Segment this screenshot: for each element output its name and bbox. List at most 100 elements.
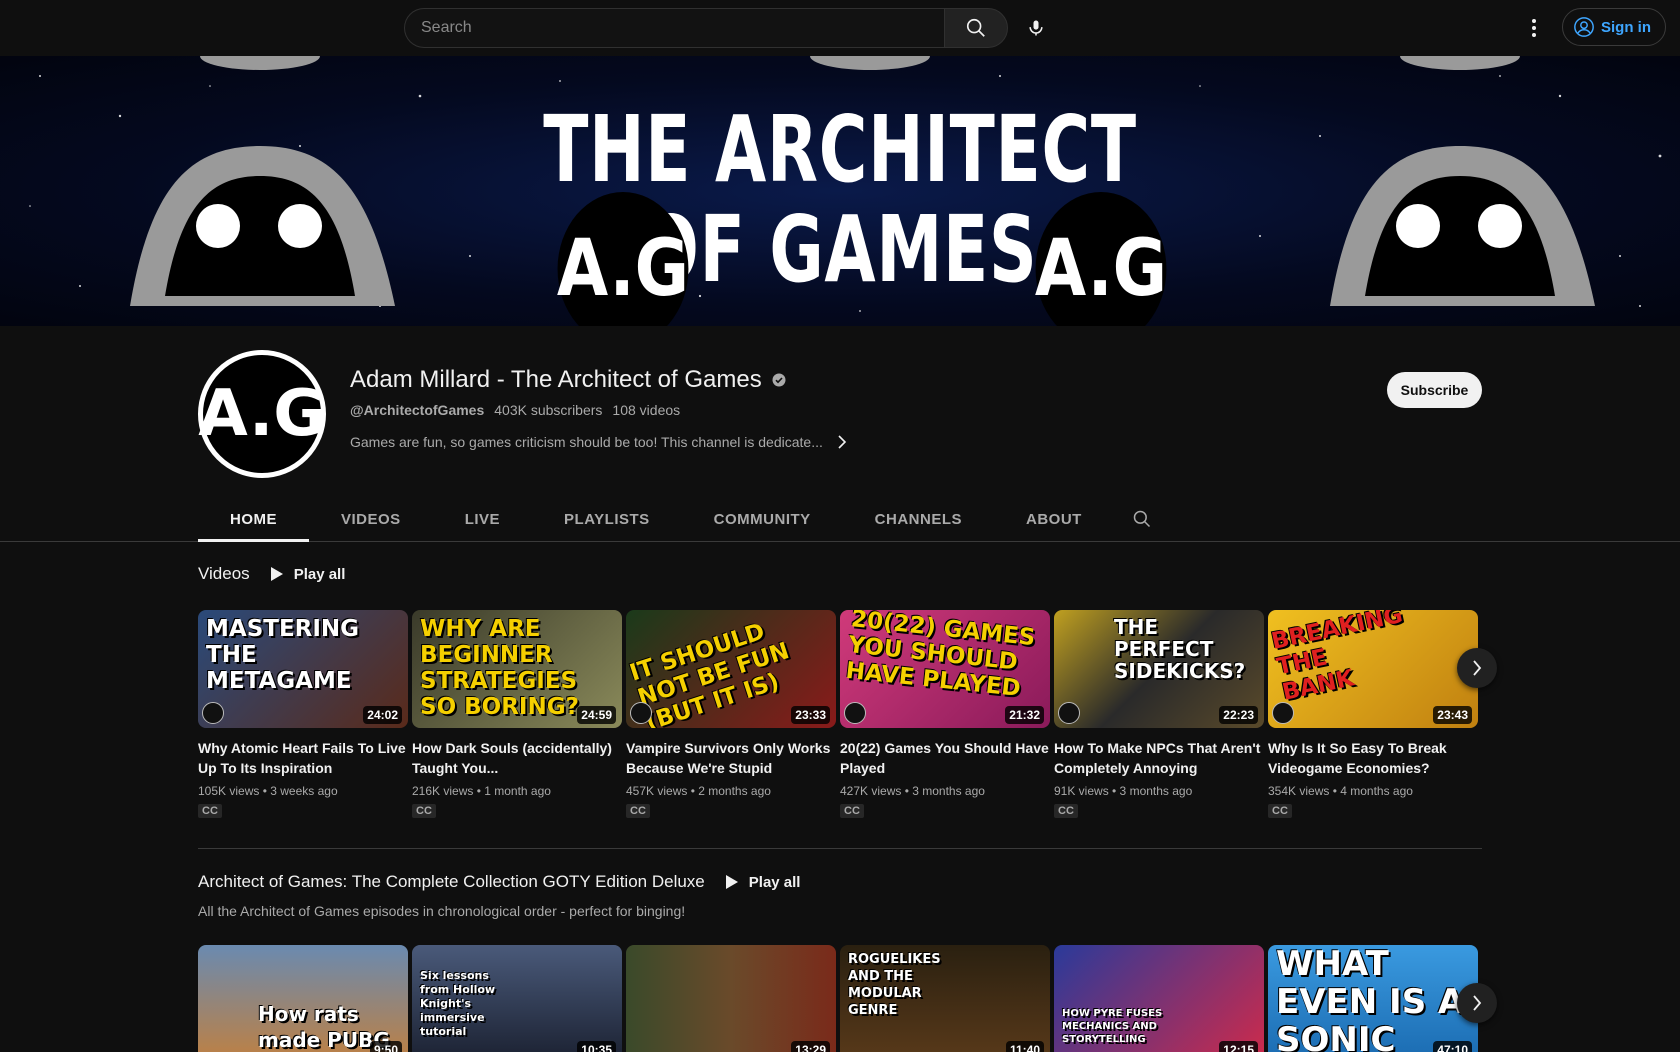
- video-thumbnail[interactable]: Breaking the bank 23:43: [1268, 610, 1478, 728]
- voice-search-button[interactable]: [1016, 8, 1056, 48]
- hooded-mascot-tops: [200, 56, 1520, 70]
- video-meta: 457K views • 2 months ago: [626, 784, 771, 798]
- video-duration: 13:29: [791, 1041, 830, 1052]
- tab-playlists[interactable]: PLAYLISTS: [532, 496, 682, 542]
- video-title[interactable]: Why Is It So Easy To Break Videogame Eco…: [1268, 738, 1478, 778]
- video-card[interactable]: It should not be fun (but it is) 23:33 V…: [626, 610, 836, 819]
- video-meta: 354K views • 4 months ago: [1268, 784, 1413, 798]
- play-icon: [270, 567, 283, 581]
- channel-description[interactable]: Games are fun, so games criticism should…: [350, 434, 847, 450]
- thumbnail-text: The perfect sidekicks?: [1114, 615, 1246, 683]
- videos-row: Mastering the Metagame 24:02 Why Atomic …: [198, 610, 1478, 819]
- tab-channels[interactable]: CHANNELS: [843, 496, 994, 542]
- cc-badge: CC: [412, 804, 436, 818]
- channel-avatar: A.G: [198, 350, 326, 478]
- video-title[interactable]: How To Make NPCs That Aren't Completely …: [1054, 738, 1264, 778]
- video-duration: 12:15: [1219, 1041, 1258, 1052]
- video-duration: 24:02: [363, 706, 402, 724]
- shelf-divider: [198, 848, 1482, 849]
- shelf-next-button[interactable]: [1457, 648, 1497, 688]
- channel-handle: @ArchitectofGames: [350, 402, 485, 418]
- channel-search-button[interactable]: [1114, 496, 1170, 542]
- sign-in-button[interactable]: Sign in: [1562, 8, 1666, 46]
- video-card[interactable]: Roguelikes and the modular genre 11:40: [840, 945, 1050, 1052]
- video-card[interactable]: Mastering the Metagame 24:02 Why Atomic …: [198, 610, 408, 819]
- video-title[interactable]: Vampire Survivors Only Works Because We'…: [626, 738, 836, 778]
- videos-shelf-title: Videos: [198, 564, 250, 583]
- tab-about[interactable]: ABOUT: [994, 496, 1114, 542]
- channel-name: Adam Millard - The Architect of Games: [350, 366, 762, 393]
- account-icon: [1574, 17, 1594, 37]
- search-button[interactable]: [944, 8, 1008, 48]
- channel-meta: @ArchitectofGames 403K subscribers 108 v…: [350, 402, 680, 418]
- tab-home[interactable]: HOME: [198, 496, 309, 542]
- search-icon: [966, 18, 985, 37]
- video-duration: 21:32: [1005, 706, 1044, 724]
- cc-badge: CC: [1268, 804, 1292, 818]
- video-card[interactable]: How rats made PUBG memor... 9:50: [198, 945, 408, 1052]
- shelf-next-button[interactable]: [1457, 983, 1497, 1023]
- playlist-shelf-header: Architect of Games: The Complete Collect…: [198, 872, 800, 892]
- settings-menu-button[interactable]: [1520, 8, 1548, 48]
- play-all-button[interactable]: Play all: [725, 873, 801, 891]
- video-title[interactable]: How Dark Souls (accidentally) Taught You…: [412, 738, 622, 778]
- more-vert-icon: [1532, 19, 1536, 37]
- video-thumbnail[interactable]: Six lessons from Hollow Knight's immersi…: [412, 945, 622, 1052]
- video-title[interactable]: Why Atomic Heart Fails To Live Up To Its…: [198, 738, 408, 778]
- channel-tabs: HOME VIDEOS LIVE PLAYLISTS COMMUNITY CHA…: [198, 496, 1170, 542]
- video-card[interactable]: Six lessons from Hollow Knight's immersi…: [412, 945, 622, 1052]
- channel-logo-icon: [630, 702, 652, 724]
- video-duration: 22:23: [1219, 706, 1258, 724]
- video-thumbnail[interactable]: How rats made PUBG memor... 9:50: [198, 945, 408, 1052]
- search-icon: [1133, 510, 1150, 528]
- subscriber-count: 403K subscribers: [494, 402, 603, 418]
- playlist-shelf-title[interactable]: Architect of Games: The Complete Collect…: [198, 872, 705, 892]
- video-thumbnail[interactable]: 20(22) Games you should have played 21:3…: [840, 610, 1050, 728]
- video-duration: 11:40: [1005, 1041, 1044, 1052]
- video-thumbnail[interactable]: It should not be fun (but it is) 23:33: [626, 610, 836, 728]
- video-card[interactable]: What even is a Sonic anyway? 47:10: [1268, 945, 1478, 1052]
- channel-banner: THE ARCHITECT OF GAMES A.G A.G: [0, 56, 1680, 326]
- play-icon: [725, 875, 738, 889]
- video-card[interactable]: 20(22) Games you should have played 21:3…: [840, 610, 1050, 819]
- video-thumbnail[interactable]: How Pyre fuses mechanics and storytellin…: [1054, 945, 1264, 1052]
- banner-title-line2: OF GAMES: [642, 196, 1038, 303]
- thumbnail-text: What even is a Sonic anyway?: [1276, 945, 1465, 1052]
- video-thumbnail[interactable]: What even is a Sonic anyway? 47:10: [1268, 945, 1478, 1052]
- video-duration: 23:43: [1433, 706, 1472, 724]
- video-card[interactable]: How Pyre fuses mechanics and storytellin…: [1054, 945, 1264, 1052]
- video-thumbnail[interactable]: Why are beginner strategies so boring? 2…: [412, 610, 622, 728]
- tab-videos[interactable]: VIDEOS: [309, 496, 433, 542]
- tab-live[interactable]: LIVE: [433, 496, 532, 542]
- play-all-button[interactable]: Play all: [270, 566, 345, 583]
- channel-logo-icon: [844, 702, 866, 724]
- subscribe-button[interactable]: Subscribe: [1387, 372, 1482, 408]
- banner-title-line1: THE ARCHITECT: [543, 96, 1137, 203]
- video-card[interactable]: 13:29: [626, 945, 836, 1052]
- video-card[interactable]: The perfect sidekicks? 22:23 How To Make…: [1054, 610, 1264, 819]
- playlist-row: How rats made PUBG memor... 9:50 Six les…: [198, 945, 1478, 1052]
- video-duration: 10:35: [577, 1041, 616, 1052]
- thumbnail-text: Breaking the bank: [1269, 610, 1405, 706]
- channel-description-text: Games are fun, so games criticism should…: [350, 434, 823, 450]
- video-card[interactable]: Breaking the bank 23:43 Why Is It So Eas…: [1268, 610, 1478, 819]
- channel-name-row: Adam Millard - The Architect of Games: [350, 366, 786, 394]
- search-box: [404, 8, 1008, 48]
- video-thumbnail[interactable]: The perfect sidekicks? 22:23: [1054, 610, 1264, 728]
- video-thumbnail[interactable]: Mastering the Metagame 24:02: [198, 610, 408, 728]
- chevron-right-icon: [838, 435, 847, 449]
- video-thumbnail[interactable]: Roguelikes and the modular genre 11:40: [840, 945, 1050, 1052]
- video-duration: 9:50: [369, 1041, 402, 1052]
- channel-logo-icon: [202, 702, 224, 724]
- play-all-label: Play all: [748, 873, 801, 891]
- search-input[interactable]: [404, 8, 944, 48]
- channel-logo-icon: [1272, 702, 1294, 724]
- video-title[interactable]: 20(22) Games You Should Have Played: [840, 738, 1050, 778]
- sign-in-label: Sign in: [1601, 18, 1651, 36]
- video-duration: 24:59: [577, 706, 616, 724]
- tab-community[interactable]: COMMUNITY: [682, 496, 843, 542]
- cc-badge: CC: [840, 804, 864, 818]
- video-card[interactable]: Why are beginner strategies so boring? 2…: [412, 610, 622, 819]
- verified-badge-icon: [772, 373, 786, 387]
- video-thumbnail[interactable]: 13:29: [626, 945, 836, 1052]
